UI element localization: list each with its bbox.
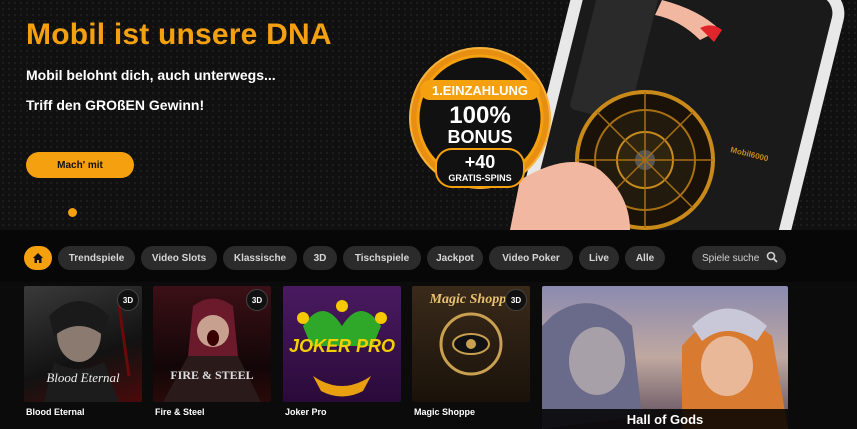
home-icon xyxy=(33,253,43,263)
category-3d[interactable]: 3D xyxy=(303,246,337,270)
hall-of-gods-art xyxy=(542,303,788,429)
join-button[interactable]: Mach' mit xyxy=(26,152,134,178)
badge-spins-count: +40 xyxy=(465,152,496,172)
hero-banner: Mobil ist unsere DNA Mobil belohnt dich,… xyxy=(0,0,857,230)
badge-spins-label: GRATIS-SPINS xyxy=(448,173,511,183)
featured-game-title: Hall of Gods xyxy=(542,409,788,429)
category-alle[interactable]: Alle xyxy=(625,246,665,270)
game-title-blood-eternal[interactable]: Blood Eternal xyxy=(26,407,85,417)
game-title-magic-shoppe[interactable]: Magic Shoppe xyxy=(414,407,475,417)
3d-badge: 3D xyxy=(246,289,268,311)
category-live[interactable]: Live xyxy=(579,246,619,270)
featured-game-hall-of-gods[interactable]: Hall of Gods xyxy=(542,286,788,429)
game-title-joker-pro[interactable]: Joker Pro xyxy=(285,407,327,417)
home-button[interactable] xyxy=(24,246,52,270)
3d-badge: 3D xyxy=(117,289,139,311)
badge-line1: 1.EINZAHLUNG xyxy=(432,83,528,98)
badge-percent: 100% xyxy=(449,102,510,129)
joker-pro-logo: JOKER PRO xyxy=(288,336,396,356)
category-klassische[interactable]: Klassische xyxy=(223,246,297,270)
game-tile-fire-steel[interactable]: FIRE & STEEL 3D xyxy=(153,286,271,402)
game-title-fire-steel[interactable]: Fire & Steel xyxy=(155,407,205,417)
game-tile-joker-pro[interactable]: JOKER PRO xyxy=(283,286,401,402)
search-icon xyxy=(766,251,778,263)
3d-badge: 3D xyxy=(505,289,527,311)
hero-tagline: Triff den GROßEN Gewinn! xyxy=(26,97,205,113)
bonus-badge: 1.EINZAHLUNG 100% BONUS +40 GRATIS-SPINS xyxy=(409,47,551,189)
category-trendspiele[interactable]: Trendspiele xyxy=(58,246,135,270)
badge-bonus: BONUS xyxy=(447,127,512,147)
game-search[interactable]: Spiele suche xyxy=(692,246,786,270)
category-video-slots[interactable]: Video Slots xyxy=(141,246,217,270)
category-video-poker[interactable]: Video Poker xyxy=(489,246,573,270)
hero-illustration: Mobil6000 1.EINZAHLUNG 100% BONUS +40 GR… xyxy=(409,0,845,230)
category-jackpot[interactable]: Jackpot xyxy=(427,246,483,270)
blood-eternal-logo: Blood Eternal xyxy=(46,370,120,385)
carousel-dot[interactable] xyxy=(68,208,77,217)
search-placeholder: Spiele suche xyxy=(702,252,760,264)
category-tischspiele[interactable]: Tischspiele xyxy=(343,246,421,270)
game-tile-blood-eternal[interactable]: Blood Eternal 3D xyxy=(24,286,142,402)
hero-title: Mobil ist unsere DNA xyxy=(26,18,332,51)
fire-steel-logo: FIRE & STEEL xyxy=(170,368,254,382)
game-tile-magic-shoppe[interactable]: Magic Shoppe 3D xyxy=(412,286,530,402)
hero-subtitle: Mobil belohnt dich, auch unterwegs... xyxy=(26,67,276,83)
